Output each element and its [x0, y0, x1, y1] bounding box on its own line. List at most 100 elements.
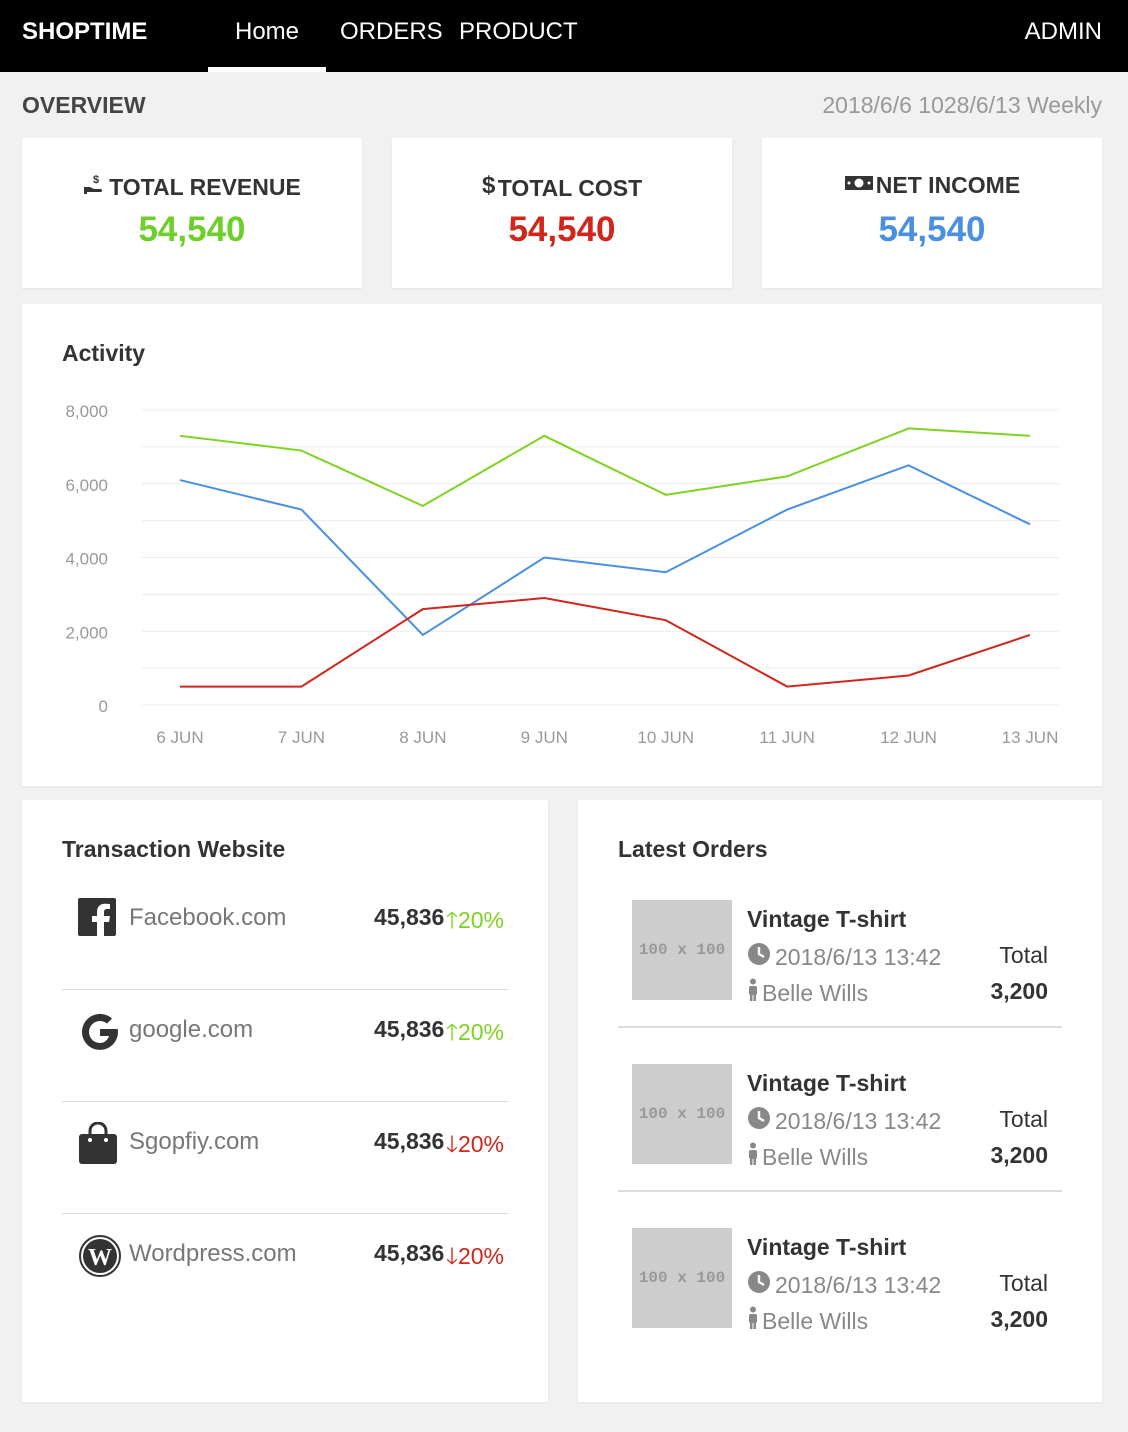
trend-up: 🡑20% [446, 1016, 504, 1055]
y-tick-label: 4,000 [65, 550, 108, 569]
x-tick-label: 12 JUN [880, 728, 937, 747]
product-name[interactable]: Vintage T-shirt [747, 906, 906, 933]
site-amount: 45,836 [374, 904, 445, 930]
stat-card-net-income: NET INCOME 54,540 [762, 138, 1102, 288]
series-line-2 [180, 597, 1031, 688]
stat-value: 54,540 [878, 210, 986, 249]
transaction-row-shopify[interactable]: Sgopfiy.com 45,836 🡓20% [62, 1102, 508, 1214]
active-tab-indicator [208, 67, 326, 72]
clock-icon [747, 1270, 775, 1300]
trend-percent: 20% [457, 1019, 505, 1045]
latest-orders-card: Latest Orders 100 x 100 Vintage T-shirt … [578, 800, 1102, 1402]
trend-down: 🡓20% [446, 1240, 504, 1279]
order-time-value: 2018/6/13 13:42 [775, 943, 942, 970]
order-customer: Belle Wills [747, 1306, 868, 1336]
google-icon [78, 1010, 118, 1050]
total-label: Total [999, 942, 1048, 968]
person-icon [747, 978, 762, 1008]
x-tick-label: 9 JUN [521, 728, 568, 747]
wordpress-icon: W [78, 1234, 121, 1277]
order-customer: Belle Wills [747, 1142, 868, 1172]
stat-value: 54,540 [508, 210, 616, 249]
nav-link-home[interactable]: Home [208, 18, 326, 46]
svg-text:$: $ [93, 174, 99, 186]
total-value: 3,200 [990, 1142, 1048, 1168]
section-title: Transaction Website [62, 836, 286, 862]
y-tick-label: 2,000 [65, 623, 108, 642]
site-amount: 45,836 [374, 1240, 445, 1266]
stat-card-cost: $ TOTAL COST 54,540 [392, 138, 732, 288]
nav-link-orders[interactable]: ORDERS [340, 18, 443, 46]
activity-chart-card: Activity 0 2,000 4,000 6,000 8,000 6 JUN 7 JUN… [22, 304, 1102, 786]
admin-menu[interactable]: ADMIN [1025, 18, 1102, 46]
product-name[interactable]: Vintage T-shirt [747, 1070, 906, 1097]
customer-name: Belle Wills [762, 979, 869, 1006]
x-tick-label: 8 JUN [399, 728, 446, 747]
date-range-selector[interactable]: 2018/6/6 1028/6/13 Weekly [822, 92, 1102, 119]
order-item[interactable]: 100 x 100 Vintage T-shirt 2018/6/13 13:4… [618, 1192, 1062, 1356]
total-label: Total [999, 1106, 1048, 1132]
clock-icon [747, 1106, 775, 1136]
x-tick-label: 13 JUN [1002, 728, 1059, 747]
transaction-row-facebook[interactable]: Facebook.com 45,836 🡑20% [62, 878, 508, 990]
clock-icon [747, 942, 775, 972]
x-tick-label: 10 JUN [637, 728, 694, 747]
order-time: 2018/6/13 13:42 [747, 1106, 941, 1136]
transaction-row-google[interactable]: google.com 45,836 🡑20% [62, 990, 508, 1102]
stat-label: TOTAL REVENUE [109, 173, 301, 200]
section-title: Latest Orders [618, 836, 768, 862]
order-time-value: 2018/6/13 13:42 [775, 1107, 942, 1134]
transaction-website-card: Transaction Website Facebook.com 45,836 … [22, 800, 548, 1402]
arrow-down-icon: 🡓 [446, 1131, 458, 1157]
stat-value: 54,540 [138, 210, 246, 249]
order-time: 2018/6/13 13:42 [747, 942, 941, 972]
hand-money-icon: $ [83, 172, 107, 202]
total-value: 3,200 [990, 1306, 1048, 1332]
person-icon [747, 1306, 762, 1336]
brand-logo[interactable]: SHOPTIME [22, 18, 147, 46]
person-icon [747, 1142, 762, 1172]
svg-text:$: $ [482, 172, 496, 198]
product-name[interactable]: Vintage T-shirt [747, 1234, 906, 1261]
site-name: google.com [129, 1016, 254, 1043]
activity-line-chart: 0 2,000 4,000 6,000 8,000 6 JUN 7 JUN 8 JUN 9 JU… [65, 402, 1059, 747]
trend-percent: 20% [457, 1131, 505, 1157]
arrow-up-icon: 🡑 [446, 1019, 458, 1045]
trend-down: 🡓20% [446, 1128, 504, 1167]
nav-link-product[interactable]: PRODUCT [459, 18, 578, 46]
order-time: 2018/6/13 13:42 [747, 1270, 941, 1300]
customer-name: Belle Wills [762, 1307, 869, 1334]
product-thumbnail: 100 x 100 [632, 900, 732, 1000]
trend-percent: 20% [457, 907, 505, 933]
stat-label: TOTAL COST [497, 174, 643, 201]
dollar-icon: $ [482, 172, 496, 204]
total-value: 3,200 [990, 978, 1048, 1004]
facebook-icon [78, 898, 118, 938]
site-amount: 45,836 [374, 1128, 445, 1154]
trend-percent: 20% [457, 1243, 505, 1269]
page-title: OVERVIEW [22, 92, 146, 118]
site-name: Wordpress.com [129, 1240, 297, 1267]
shopping-bag-icon [78, 1121, 118, 1164]
transaction-row-wordpress[interactable]: W Wordpress.com 45,836 🡓20% [62, 1214, 508, 1326]
x-tick-label: 7 JUN [278, 728, 325, 747]
order-time-value: 2018/6/13 13:42 [775, 1271, 942, 1298]
total-label: Total [999, 1270, 1048, 1296]
site-name: Facebook.com [129, 904, 287, 931]
stat-card-revenue: $ TOTAL REVENUE 54,540 [22, 138, 362, 288]
svg-text:W: W [88, 1245, 112, 1271]
y-tick-label: 6,000 [65, 476, 108, 495]
y-tick-label: 8,000 [65, 402, 108, 421]
site-name: Sgopfiy.com [129, 1128, 260, 1155]
product-thumbnail: 100 x 100 [632, 1064, 732, 1164]
site-amount: 45,836 [374, 1016, 445, 1042]
trend-up: 🡑20% [446, 904, 504, 943]
customer-name: Belle Wills [762, 1143, 869, 1170]
stat-label: NET INCOME [875, 172, 1021, 198]
order-item[interactable]: 100 x 100 Vintage T-shirt 2018/6/13 13:4… [618, 1028, 1062, 1192]
order-item[interactable]: 100 x 100 Vintage T-shirt 2018/6/13 13:4… [618, 864, 1062, 1028]
top-nav: SHOPTIME Home ORDERS PRODUCT ADMIN [0, 0, 1128, 72]
x-tick-label: 6 JUN [156, 728, 203, 747]
order-customer: Belle Wills [747, 978, 868, 1008]
banknote-icon [844, 172, 874, 199]
